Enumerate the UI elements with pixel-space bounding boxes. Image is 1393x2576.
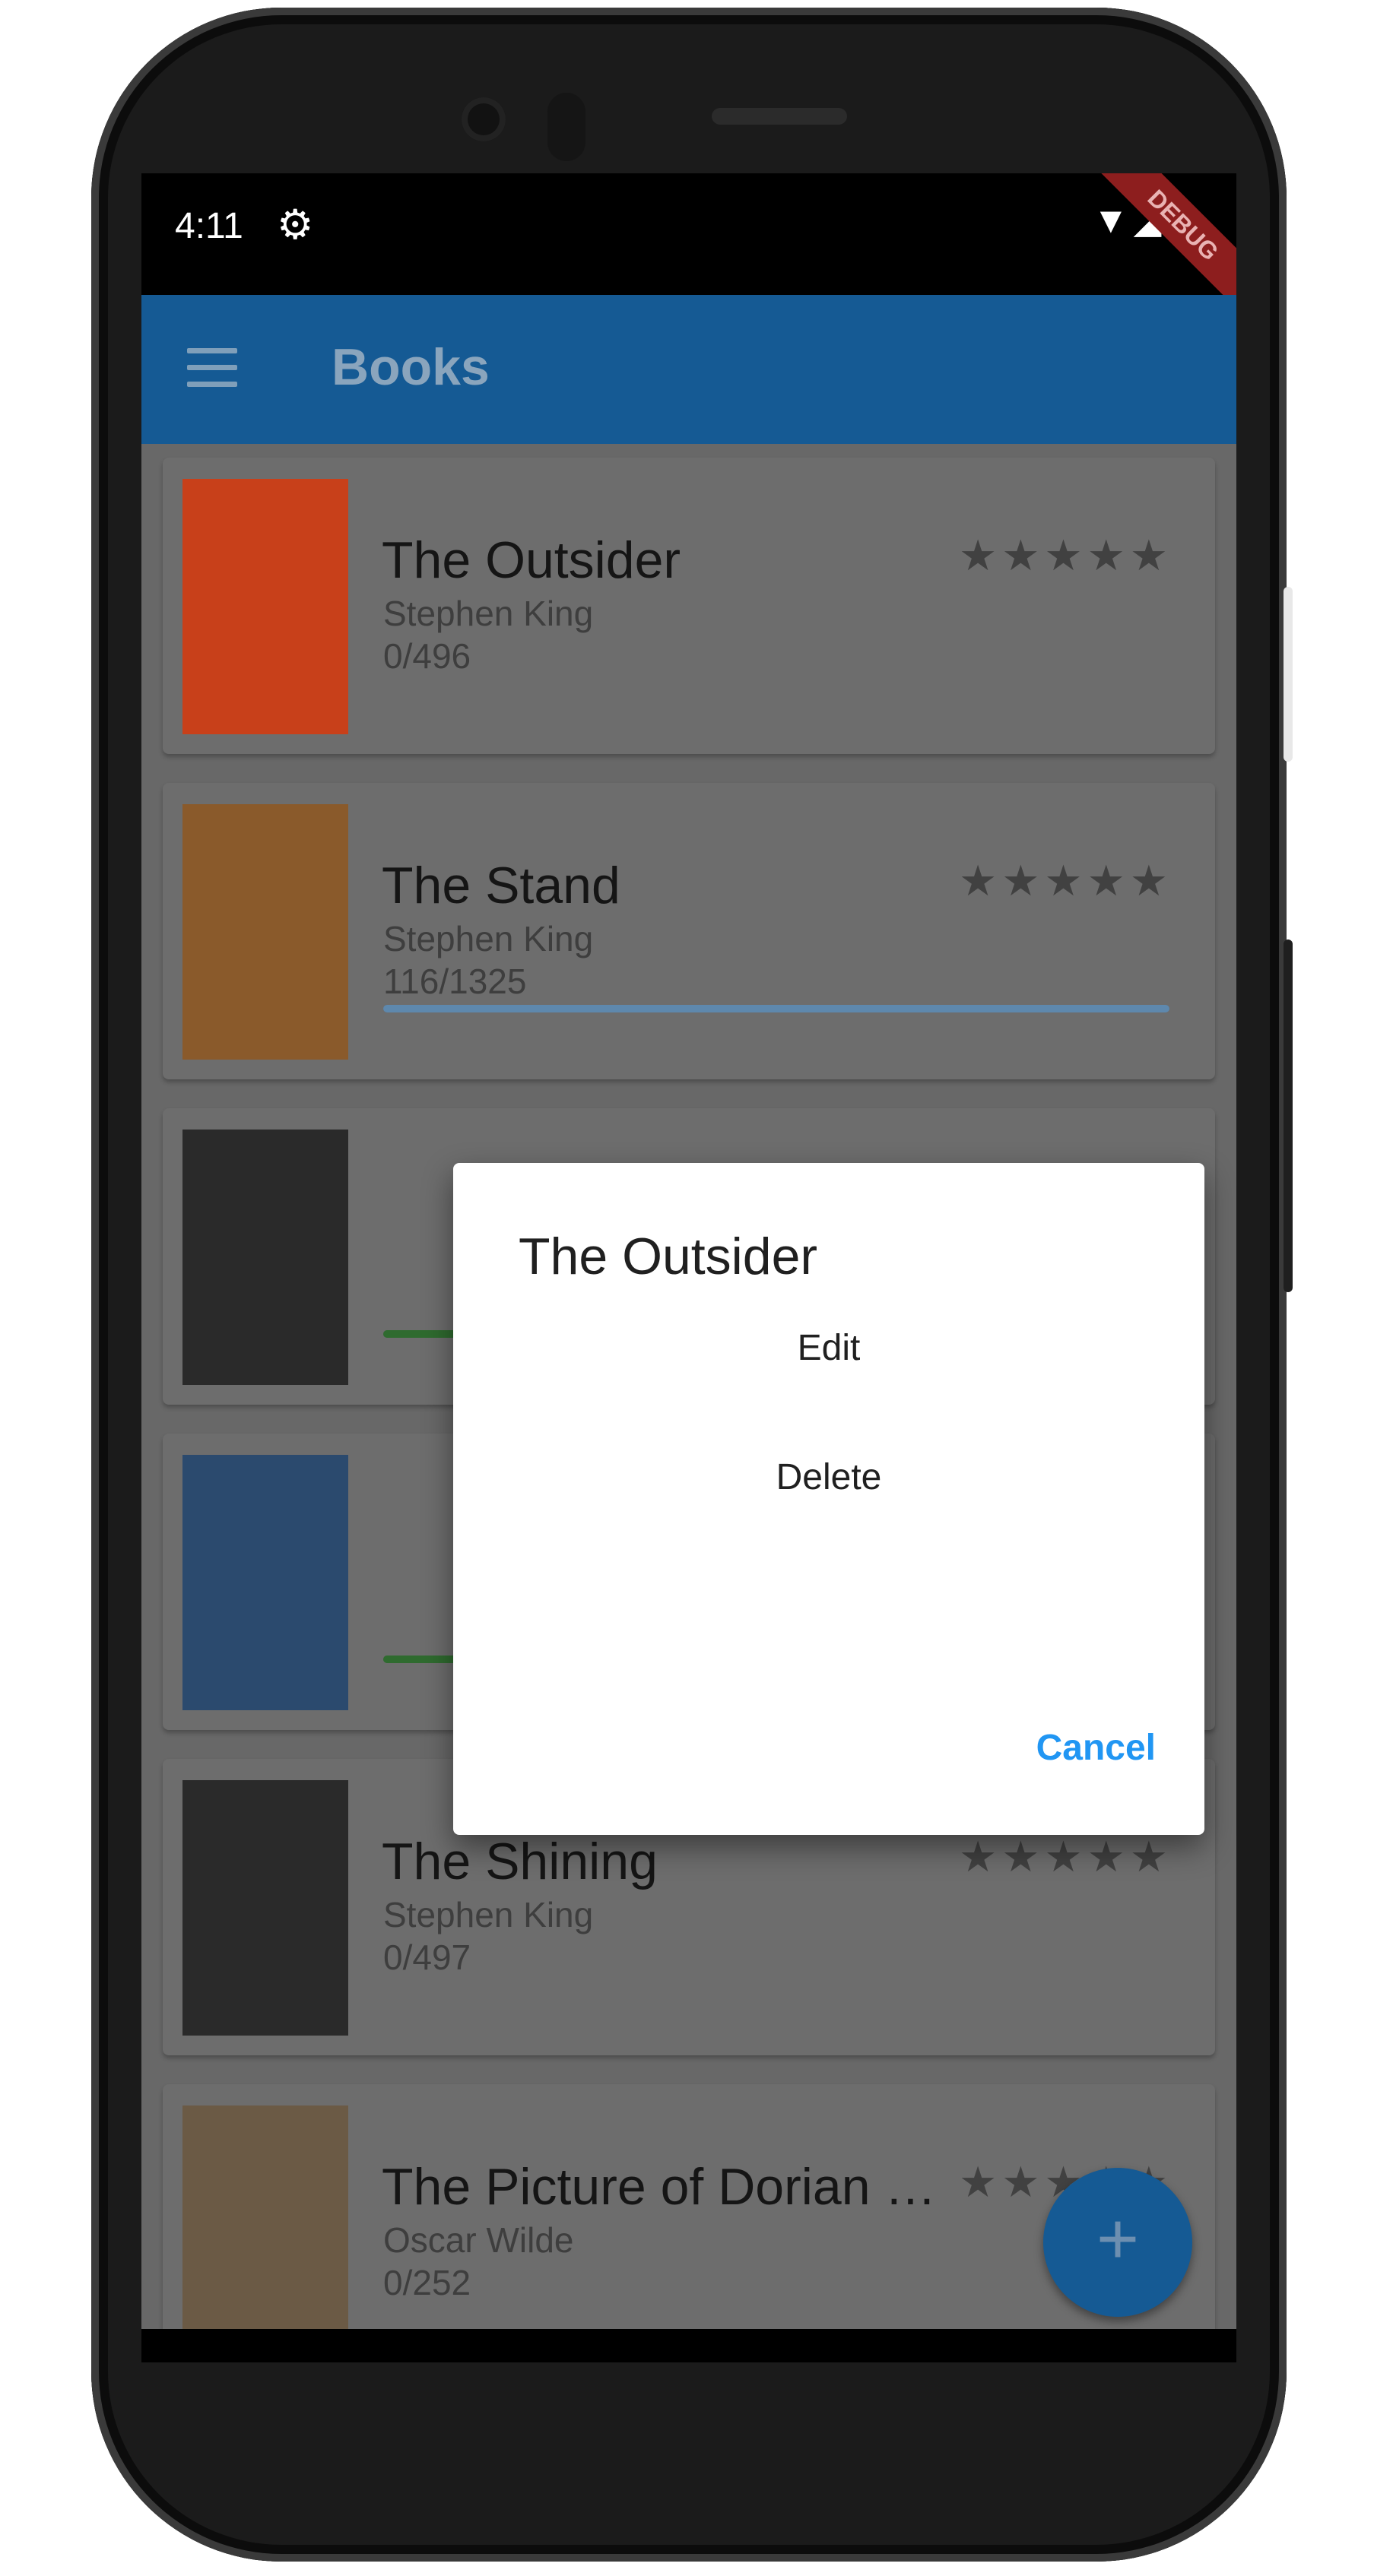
book-progress: 116/1325 [383,962,527,1001]
navigation-bar [141,2329,1236,2362]
proximity-sensor [547,93,585,161]
cancel-button[interactable]: Cancel [1036,1727,1156,1769]
book-author: Stephen King [383,919,594,958]
status-time: 4:11 [175,206,243,246]
book-card[interactable]: The Outsider Stephen King 0/496 ★★★★★ [163,458,1215,754]
book-card[interactable]: The Stand Stephen King 116/1325 ★★★★★ [163,783,1215,1079]
progress-bar [383,1005,1169,1012]
star-rating[interactable]: ★★★★★ [959,1832,1172,1882]
book-cover [182,479,348,734]
star-rating[interactable]: ★★★★★ [959,856,1172,906]
book-title: The Stand [382,857,620,914]
wifi-icon: ▼ [1093,201,1134,241]
book-title: The Shining [382,1833,658,1890]
book-title: The Picture of Dorian … [382,2158,937,2216]
speaker-grille [712,108,847,125]
menu-icon[interactable] [187,348,237,388]
book-progress: 0/497 [383,1938,471,1977]
gear-icon: ⚙ [277,202,314,248]
add-book-button[interactable]: + [1043,2168,1192,2317]
book-options-dialog: The Outsider Edit Delete Cancel [453,1163,1204,1835]
delete-option[interactable]: Delete [453,1456,1204,1498]
book-cover [182,1130,348,1385]
book-cover [182,804,348,1060]
progress-fill [383,1005,1169,1012]
book-cover [182,1780,348,2036]
book-title: The Outsider [382,531,681,589]
status-bar: 4:11 ⚙ ▼◢▮ DEBUG [141,173,1236,310]
book-cover [182,1455,348,1710]
front-camera [462,97,506,141]
volume-button [1284,939,1293,1292]
page-title: Books [332,338,490,396]
book-author: Stephen King [383,1895,594,1934]
book-author: Stephen King [383,594,594,633]
book-progress: 0/252 [383,2263,471,2302]
book-progress: 0/496 [383,636,471,676]
book-cover [182,2105,348,2361]
edit-option[interactable]: Edit [453,1327,1204,1369]
screen: 4:11 ⚙ ▼◢▮ DEBUG Books The Outsider Step… [141,173,1236,2362]
book-author: Oscar Wilde [383,2220,574,2260]
dialog-title: The Outsider [519,1228,818,1285]
power-button [1284,587,1293,762]
app-bar: Books [141,295,1236,444]
add-icon: + [1096,2198,1140,2280]
star-rating[interactable]: ★★★★★ [959,531,1172,581]
